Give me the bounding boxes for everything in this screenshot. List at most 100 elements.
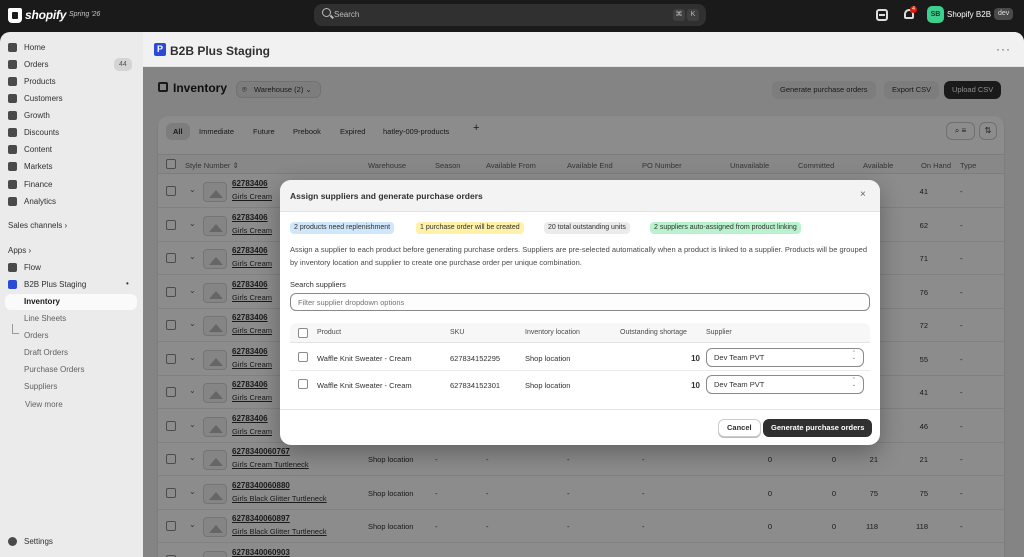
sidebar-item-suppliers[interactable]: Suppliers: [0, 379, 143, 395]
sales-channels-label: Sales channels: [8, 221, 63, 230]
store-icon[interactable]: [876, 9, 888, 21]
generate-purchase-orders-button[interactable]: Generate purchase orders: [763, 419, 873, 437]
nav-analytics[interactable]: Analytics: [0, 194, 143, 210]
outstanding-shortage: 10: [691, 354, 700, 363]
nav-settings[interactable]: Settings: [0, 534, 143, 550]
app-logo-icon: P: [154, 43, 166, 56]
replenishment-badge: 2 products need replenishment: [290, 222, 395, 234]
sales-channels-heading[interactable]: Sales channels ›: [8, 221, 67, 230]
more-actions-icon[interactable]: ···: [996, 42, 1011, 56]
nav-label: Settings: [24, 537, 53, 546]
sidebar-item-inventory[interactable]: Inventory: [5, 294, 137, 310]
supplier-filter-input[interactable]: [290, 293, 870, 311]
nav-label: Customers: [24, 94, 63, 103]
nav-growth[interactable]: Growth: [0, 108, 143, 124]
outstanding-shortage: 10: [691, 381, 700, 390]
sub-label: Draft Orders: [24, 348, 69, 357]
nav-label: Products: [24, 77, 56, 86]
col-supplier: Supplier: [706, 329, 732, 336]
k-key-hint: K: [687, 9, 699, 21]
globe-icon: [8, 162, 17, 171]
col-outstanding-shortage: Outstanding shortage: [620, 329, 687, 336]
store-name[interactable]: Shopify B2B: [947, 10, 991, 19]
modal-header: Assign suppliers and generate purchase o…: [280, 180, 880, 212]
close-icon[interactable]: ×: [860, 189, 866, 200]
brand-name: shopify: [25, 8, 67, 22]
row-checkbox[interactable]: [298, 379, 308, 389]
cancel-button[interactable]: Cancel: [718, 419, 761, 437]
sidebar-item-line-sheets[interactable]: Line Sheets: [0, 311, 143, 327]
tag-icon: [8, 77, 17, 86]
modal-footer: Cancel Generate purchase orders: [280, 409, 880, 445]
global-search[interactable]: Search ⌘ K: [314, 4, 706, 26]
env-badge: dev: [994, 8, 1014, 20]
nav-home[interactable]: Home: [0, 40, 143, 56]
nav-discounts[interactable]: Discounts: [0, 125, 143, 141]
cmd-key-hint: ⌘: [673, 9, 685, 21]
product-sku: 627834152301: [450, 381, 501, 390]
apps-heading[interactable]: Apps ›: [8, 246, 31, 255]
bank-icon: [8, 180, 17, 189]
sidebar-item-purchase-orders[interactable]: Purchase Orders: [0, 362, 143, 378]
shopify-logo-icon[interactable]: [8, 8, 22, 23]
app-title: B2B Plus Staging: [170, 44, 271, 58]
inventory-location: Shop location: [525, 354, 571, 363]
nav-label: Flow: [24, 263, 41, 272]
modal-description: Assign a supplier to each product before…: [290, 245, 867, 267]
gear-icon: [8, 537, 17, 546]
growth-icon: [8, 111, 17, 120]
sub-label: Inventory: [24, 297, 61, 306]
select-all-checkbox[interactable]: [298, 328, 308, 338]
purchase-order-badge: 1 purchase order will be created: [416, 222, 524, 234]
sub-label: Orders: [24, 331, 49, 340]
nav-finance[interactable]: Finance: [0, 177, 143, 193]
nav-label: Markets: [24, 162, 53, 171]
inventory-location: Shop location: [525, 381, 571, 390]
nav-label: Analytics: [24, 197, 57, 206]
outstanding-units-badge: 20 total outstanding units: [544, 222, 630, 234]
sub-label: Purchase Orders: [24, 365, 85, 374]
nav-label: Finance: [24, 180, 53, 189]
edition-label: Spring '26: [69, 11, 101, 18]
search-icon: [322, 8, 331, 17]
app-header: P B2B Plus Staging ···: [143, 32, 1024, 67]
pin-icon[interactable]: •: [126, 279, 129, 288]
sidebar-item-orders[interactable]: Orders: [0, 328, 143, 344]
search-placeholder: Search: [334, 10, 360, 19]
modal-table-row: Waffle Knit Sweater - Cream 627834152301…: [290, 371, 870, 398]
orders-count-badge: 44: [114, 58, 132, 71]
nav-label: Growth: [24, 111, 50, 120]
nav-label: Content: [24, 145, 53, 154]
supplier-select[interactable]: Dev Team PVT: [706, 348, 864, 367]
supplier-select[interactable]: Dev Team PVT: [706, 375, 864, 394]
nav-markets[interactable]: Markets: [0, 159, 143, 175]
modal-title: Assign suppliers and generate purchase o…: [290, 191, 483, 201]
sidebar-item-view-more[interactable]: View more: [0, 397, 143, 413]
product-sku: 627834152295: [450, 354, 501, 363]
col-inventory-location: Inventory location: [525, 329, 580, 336]
modal-table-header: Product SKU Inventory location Outstandi…: [290, 323, 870, 343]
notification-count-badge: 4: [910, 6, 917, 13]
nav-label: Orders: [24, 60, 49, 69]
nav-content[interactable]: Content: [0, 142, 143, 158]
sub-label: View more: [25, 400, 63, 409]
auto-assigned-badge: 2 suppliers auto-assigned from product l…: [650, 222, 801, 234]
nav-b2b-plus-staging[interactable]: B2B Plus Staging •: [0, 277, 143, 293]
nav-label: Home: [24, 43, 46, 52]
search-suppliers-label: Search suppliers: [290, 280, 346, 289]
nav-products[interactable]: Products: [0, 74, 143, 90]
nav-orders[interactable]: Orders 44: [0, 57, 143, 73]
sidebar-item-draft-orders[interactable]: Draft Orders: [0, 345, 143, 361]
orders-icon: [8, 60, 17, 69]
nav-customers[interactable]: Customers: [0, 91, 143, 107]
nav-label: Discounts: [24, 128, 60, 137]
avatar[interactable]: SB: [927, 6, 944, 23]
sub-label: Suppliers: [24, 382, 58, 391]
person-icon: [8, 94, 17, 103]
sub-label: Line Sheets: [24, 314, 67, 323]
discount-icon: [8, 128, 17, 137]
product-name: Waffle Knit Sweater - Cream: [317, 381, 412, 390]
row-checkbox[interactable]: [298, 352, 308, 362]
nav-flow[interactable]: Flow: [0, 260, 143, 276]
assign-suppliers-modal: Assign suppliers and generate purchase o…: [280, 180, 880, 445]
